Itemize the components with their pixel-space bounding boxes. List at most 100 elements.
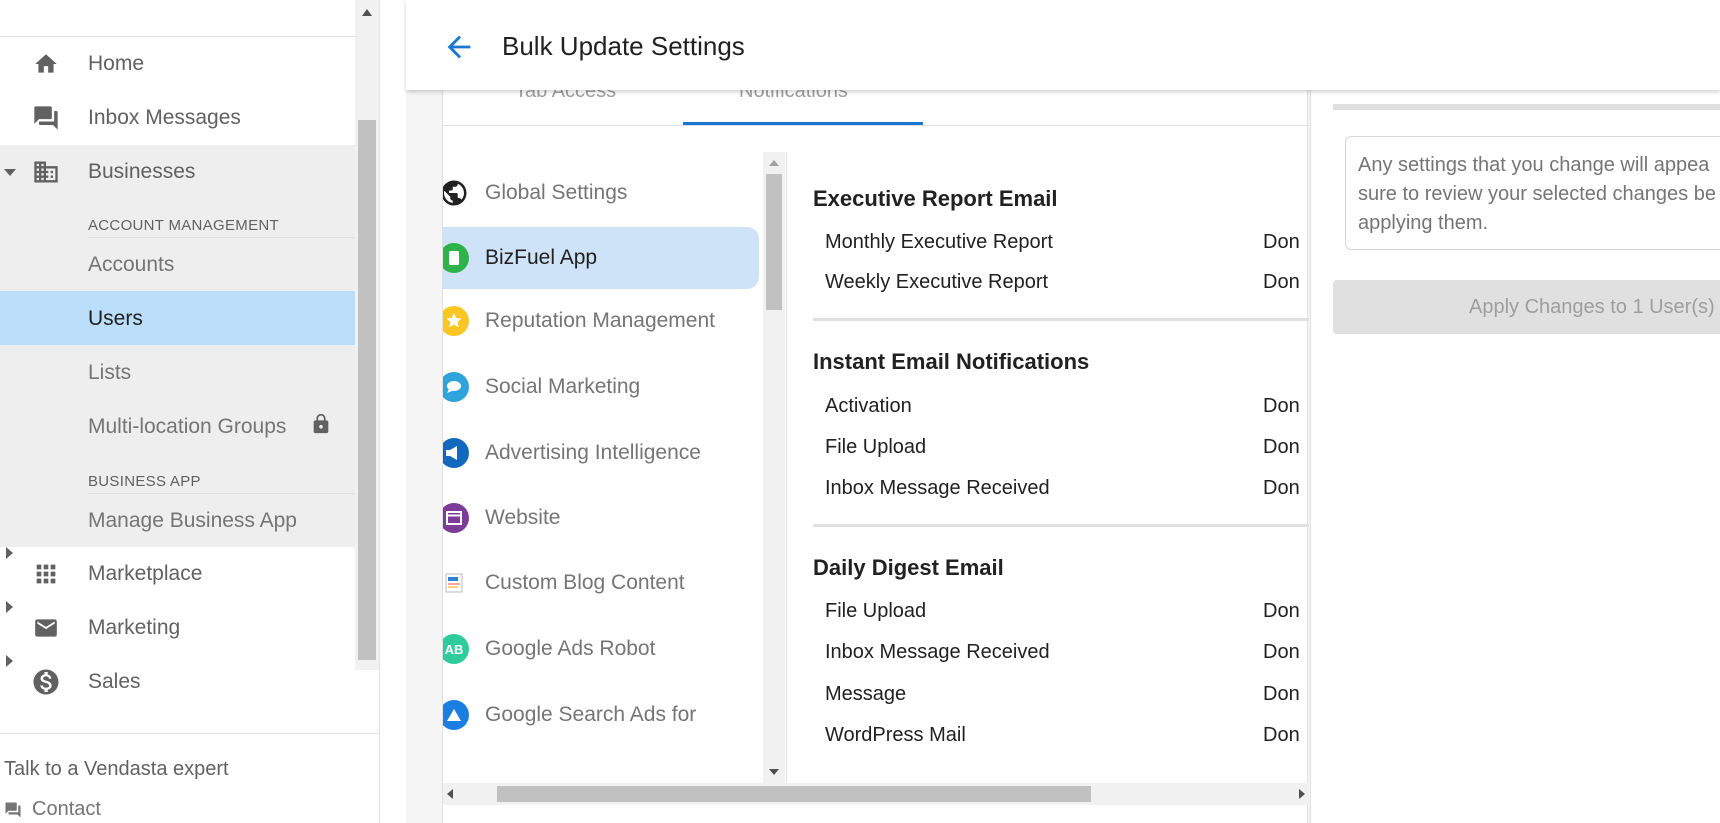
setting-label: File Upload xyxy=(825,600,927,622)
setting-row[interactable]: Message Don xyxy=(825,683,1309,706)
sidebar-subitem-manage-business-app[interactable]: Manage Business App xyxy=(0,493,379,547)
active-tab-indicator xyxy=(683,122,923,125)
app-list-scrollbar[interactable] xyxy=(763,152,785,783)
setting-label: Weekly Executive Report xyxy=(825,271,1049,293)
scroll-up-arrow-icon[interactable] xyxy=(362,9,372,16)
app-item-reputation-management[interactable]: Reputation Management xyxy=(443,290,759,352)
setting-row[interactable]: Monthly Executive Report Don xyxy=(825,231,1309,254)
section-heading-business-app: BUSINESS APP xyxy=(88,473,201,490)
setting-label: Monthly Executive Report xyxy=(825,231,1053,253)
apply-panel: Any settings that you change will appea … xyxy=(1310,90,1720,823)
setting-value[interactable]: Don xyxy=(1263,683,1300,706)
app-item-advertising-intelligence[interactable]: Advertising Intelligence xyxy=(443,422,759,484)
setting-value[interactable]: Don xyxy=(1263,231,1300,254)
app-item-label: BizFuel App xyxy=(485,246,598,269)
app-item-social-marketing[interactable]: Social Marketing xyxy=(443,356,759,418)
page-title: Bulk Update Settings xyxy=(502,31,745,61)
setting-row[interactable]: Inbox Message Received Don xyxy=(825,641,1309,664)
scrollbar-thumb[interactable] xyxy=(358,120,376,660)
app-item-label: Global Settings xyxy=(485,181,628,204)
sidebar-item-label: Inbox Messages xyxy=(88,106,241,129)
sidebar-item-inbox-messages[interactable]: Inbox Messages xyxy=(0,91,379,145)
app-item-label: Website xyxy=(485,506,561,529)
social-icon xyxy=(443,372,469,402)
scrollbar-thumb[interactable] xyxy=(766,174,782,310)
notification-settings: Executive Report Email Monthly Executive… xyxy=(793,152,1309,783)
app-item-label: Custom Blog Content xyxy=(485,571,685,594)
grid-icon xyxy=(30,560,62,588)
setting-row[interactable]: Inbox Message Received Don xyxy=(825,477,1309,500)
scroll-right-arrow-icon[interactable] xyxy=(1299,789,1305,799)
scrollbar-thumb[interactable] xyxy=(497,786,1091,802)
setting-value[interactable]: Don xyxy=(1263,271,1300,294)
setting-value[interactable]: Don xyxy=(1263,600,1300,623)
app-item-google-search-ads[interactable]: Google Search Ads for xyxy=(443,684,759,746)
scroll-down-arrow-icon[interactable] xyxy=(769,769,779,775)
info-line: Any settings that you change will appea xyxy=(1358,154,1710,176)
sidebar-nav: Home Inbox Messages Businesses ACCOUNT M… xyxy=(0,37,379,709)
section-divider xyxy=(813,318,1309,321)
app-item-bizfuel-app[interactable]: BizFuel App xyxy=(443,227,759,289)
setting-value[interactable]: Don xyxy=(1263,395,1300,418)
app-item-website[interactable]: Website xyxy=(443,487,759,549)
section-title-daily-digest-email: Daily Digest Email xyxy=(813,555,1004,580)
setting-value[interactable]: Don xyxy=(1263,477,1300,500)
setting-row[interactable]: File Upload Don xyxy=(825,600,1309,623)
page-header: Bulk Update Settings xyxy=(406,0,1720,90)
sidebar-footer: Talk to a Vendasta expert Contact xyxy=(0,733,379,823)
blog-icon xyxy=(443,568,469,598)
setting-row[interactable]: WordPress Mail Don xyxy=(825,724,1309,747)
section-title-instant-email-notifications: Instant Email Notifications xyxy=(813,349,1090,374)
sidebar-item-home[interactable]: Home xyxy=(0,37,379,91)
sidebar-subitem-accounts[interactable]: Accounts xyxy=(0,237,379,291)
sidebar-top-bar xyxy=(0,0,379,37)
app-item-global-settings[interactable]: Global Settings xyxy=(443,162,759,224)
sidebar-item-sales[interactable]: Sales xyxy=(0,655,379,709)
sidebar-subitem-label: Lists xyxy=(88,360,132,384)
setting-value[interactable]: Don xyxy=(1263,641,1300,664)
setting-row[interactable]: File Upload Don xyxy=(825,436,1309,459)
contact-link[interactable]: Contact xyxy=(4,798,101,821)
app-item-google-ads-robot[interactable]: AB Google Ads Robot xyxy=(443,618,759,680)
setting-row[interactable]: Weekly Executive Report Don xyxy=(825,271,1309,294)
chat-icon xyxy=(4,801,24,819)
setting-row[interactable]: Activation Don xyxy=(825,395,1309,418)
sidebar-item-label: Marketing xyxy=(88,616,181,639)
app-list: Global Settings BizFuel App Reputation M… xyxy=(443,152,787,783)
sidebar-subitem-label: Manage Business App xyxy=(88,493,379,547)
apply-changes-button[interactable]: Apply Changes to 1 User(s) xyxy=(1333,280,1720,334)
horizontal-scrollbar[interactable] xyxy=(443,783,1309,805)
arrow-back-icon xyxy=(447,35,471,59)
sidebar-item-label: Home xyxy=(88,52,145,75)
sidebar-subitem-users[interactable]: Users xyxy=(0,291,379,345)
chevron-right-icon xyxy=(6,547,13,559)
sidebar-subitem-row: Multi-location Groups xyxy=(88,399,379,453)
sidebar-item-marketing[interactable]: Marketing xyxy=(0,601,379,655)
scroll-up-arrow-icon[interactable] xyxy=(769,160,779,166)
app-item-label: Social Marketing xyxy=(485,375,641,398)
scroll-left-arrow-icon[interactable] xyxy=(447,789,453,799)
setting-label: Inbox Message Received xyxy=(825,641,1050,663)
sidebar-subitem-multi-location-groups[interactable]: Multi-location Groups xyxy=(0,399,379,453)
businesses-group: Businesses ACCOUNT MANAGEMENT Accounts U… xyxy=(0,145,379,547)
setting-value[interactable]: Don xyxy=(1263,436,1300,459)
app-item-custom-blog-content[interactable]: Custom Blog Content xyxy=(443,552,759,614)
star-icon xyxy=(443,306,469,336)
setting-value[interactable]: Don xyxy=(1263,724,1300,747)
sidebar-item-marketplace[interactable]: Marketplace xyxy=(0,547,379,601)
sidebar-item-label: Businesses xyxy=(88,160,196,183)
sidebar-scrollbar[interactable] xyxy=(355,0,379,670)
chevron-right-icon xyxy=(6,601,13,613)
sidebar-subitem-label: Multi-location Groups xyxy=(88,414,287,438)
app-item-label: Google Search Ads for xyxy=(485,703,697,726)
app-item-label: Google Ads Robot xyxy=(485,637,656,660)
setting-label: Inbox Message Received xyxy=(825,477,1050,499)
back-button[interactable] xyxy=(442,30,476,64)
talk-to-expert-link[interactable]: Talk to a Vendasta expert xyxy=(4,758,229,781)
info-line: sure to review your selected changes be xyxy=(1358,183,1716,205)
sidebar-item-businesses[interactable]: Businesses xyxy=(0,145,379,199)
setting-label: WordPress Mail xyxy=(825,724,966,746)
globe-icon xyxy=(443,178,469,208)
sidebar-subitem-lists[interactable]: Lists xyxy=(0,345,379,399)
setting-label: File Upload xyxy=(825,436,927,458)
